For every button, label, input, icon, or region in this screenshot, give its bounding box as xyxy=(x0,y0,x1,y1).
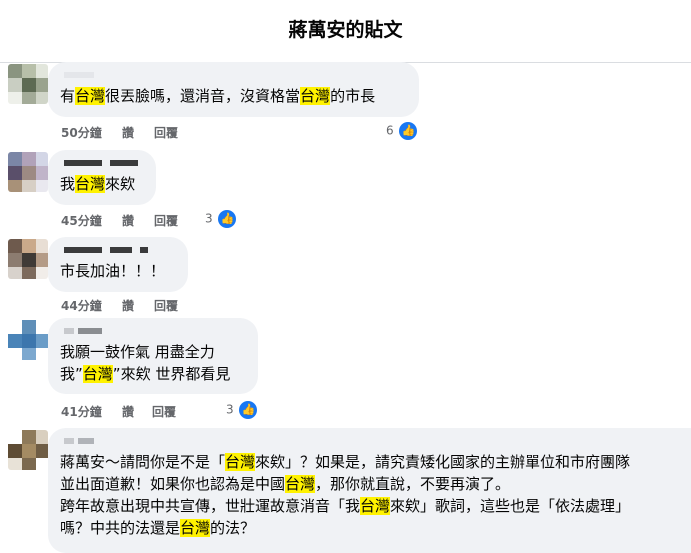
author-name-redacted[interactable] xyxy=(60,435,679,447)
text-segment: 跨年故意出現中共宣傳，世壯運故意消音「我 xyxy=(60,497,361,515)
like-button[interactable]: 讚 xyxy=(122,297,134,314)
text-segment: 市長加油！！！ xyxy=(60,262,166,280)
comment-item: 有台灣很丟臉嗎，還消音，沒資格當台灣的市長 50分鐘 讚 回覆 6 xyxy=(0,62,691,142)
reaction-count[interactable]: 6 xyxy=(386,122,418,140)
comment-actions: 50分鐘 讚 回覆 xyxy=(61,124,421,140)
comment-item: 市長加油！！！ 44分鐘 讚 回覆 xyxy=(0,237,691,317)
comment-timestamp[interactable]: 41分鐘 xyxy=(61,403,102,420)
comment-text-line: 跨年故意出現中共宣傳，世壯運故意消音「我台灣來欸」歌詞，這些也是「依法處理」 xyxy=(60,495,679,517)
comment-text: 市長加油！！！ xyxy=(60,260,176,282)
reply-button[interactable]: 回覆 xyxy=(154,212,178,229)
text-segment: 來欸」歌詞，這些也是「依法處理」 xyxy=(390,497,631,515)
author-name-redacted[interactable] xyxy=(60,244,176,256)
text-segment: 來欸 xyxy=(105,175,136,193)
page-title: 蔣萬安的貼文 xyxy=(288,19,403,41)
comment-bubble: 我台灣來欸 xyxy=(48,150,156,205)
reaction-number: 3 xyxy=(226,402,234,417)
comment-bubble: 我願一鼓作氣 用盡全力 我”台灣”來欸 世界都看見 xyxy=(48,318,258,394)
like-button[interactable]: 讚 xyxy=(122,124,134,141)
like-button[interactable]: 讚 xyxy=(122,403,134,420)
like-button[interactable]: 讚 xyxy=(122,212,134,229)
comment-item: 我願一鼓作氣 用盡全力 我”台灣”來欸 世界都看見 41分鐘 讚 回覆 3 xyxy=(0,318,691,424)
reaction-count[interactable]: 3 xyxy=(226,401,258,419)
author-name-redacted[interactable] xyxy=(60,69,407,81)
reaction-count[interactable]: 3 xyxy=(205,210,237,228)
highlighted-text: 台灣 xyxy=(225,453,256,471)
avatar[interactable] xyxy=(8,430,48,470)
highlighted-text: 台灣 xyxy=(285,475,316,493)
comment-text-line: 我”台灣”來欸 世界都看見 xyxy=(60,363,246,385)
comment-timestamp[interactable]: 45分鐘 xyxy=(61,212,102,229)
avatar[interactable] xyxy=(8,320,48,360)
highlighted-text: 台灣 xyxy=(75,175,106,193)
reply-button[interactable]: 回覆 xyxy=(152,403,176,420)
comment-timestamp[interactable]: 50分鐘 xyxy=(61,124,102,141)
reaction-number: 3 xyxy=(205,211,213,226)
thumbs-up-icon xyxy=(239,401,258,419)
text-segment: 並出面道歉！如果你也認為是中國 xyxy=(60,475,286,493)
comment-text-line: 並出面道歉！如果你也認為是中國台灣，那你就直說，不要再演了。 xyxy=(60,473,679,495)
author-name-redacted[interactable] xyxy=(60,325,246,337)
comment-timestamp[interactable]: 44分鐘 xyxy=(61,297,102,314)
avatar[interactable] xyxy=(8,152,48,192)
avatar[interactable] xyxy=(8,64,48,104)
comment-actions: 44分鐘 讚 回覆 xyxy=(61,297,261,313)
text-segment: 來欸」？如果是，請究責矮化國家的主辦單位和市府團隊 xyxy=(255,453,631,471)
text-segment: 我 xyxy=(60,175,76,193)
highlighted-text: 台灣 xyxy=(82,365,113,383)
highlighted-text: 台灣 xyxy=(300,87,331,105)
text-segment: 蔣萬安～請問你是不是「 xyxy=(60,453,226,471)
text-segment: 我” xyxy=(60,365,83,383)
comment-text-line: 蔣萬安～請問你是不是「台灣來欸」？如果是，請究責矮化國家的主辦單位和市府團隊 xyxy=(60,451,679,473)
comment-text-line: 我願一鼓作氣 用盡全力 xyxy=(60,341,246,363)
comment-bubble: 有台灣很丟臉嗎，還消音，沒資格當台灣的市長 xyxy=(48,62,419,117)
text-segment: 有 xyxy=(60,87,76,105)
highlighted-text: 台灣 xyxy=(360,497,391,515)
comment-bubble: 蔣萬安～請問你是不是「台灣來欸」？如果是，請究責矮化國家的主辦單位和市府團隊 並… xyxy=(48,428,691,553)
text-segment: 的法？ xyxy=(210,519,256,537)
reaction-number: 6 xyxy=(386,123,394,138)
author-name-redacted[interactable] xyxy=(60,157,144,169)
post-header: 蔣萬安的貼文 xyxy=(0,0,691,63)
comment-text: 有台灣很丟臉嗎，還消音，沒資格當台灣的市長 xyxy=(60,85,407,107)
thumbs-up-icon xyxy=(399,122,418,140)
comment-item: 我台灣來欸 45分鐘 讚 回覆 3 xyxy=(0,150,691,232)
highlighted-text: 台灣 xyxy=(75,87,106,105)
comment-bubble: 市長加油！！！ xyxy=(48,237,188,292)
highlighted-text: 台灣 xyxy=(180,519,211,537)
comment-item: 蔣萬安～請問你是不是「台灣來欸」？如果是，請究責矮化國家的主辦單位和市府團隊 並… xyxy=(0,428,691,553)
comment-text-line: 嗎？中共的法還是台灣的法？ xyxy=(60,517,679,539)
thumbs-up-icon xyxy=(218,210,237,228)
text-segment: ”來欸 世界都看見 xyxy=(112,365,231,383)
text-segment: 的市長 xyxy=(330,87,376,105)
text-segment: 嗎？中共的法還是 xyxy=(60,519,181,537)
text-segment: 很丟臉嗎，還消音，沒資格當 xyxy=(105,87,301,105)
avatar[interactable] xyxy=(8,239,48,279)
reply-button[interactable]: 回覆 xyxy=(154,297,178,314)
reply-button[interactable]: 回覆 xyxy=(154,124,178,141)
text-segment: ，那你就直說，不要再演了。 xyxy=(315,475,511,493)
text-segment: 我願一鼓作氣 用盡全力 xyxy=(60,343,215,361)
comment-text: 我台灣來欸 xyxy=(60,173,144,195)
